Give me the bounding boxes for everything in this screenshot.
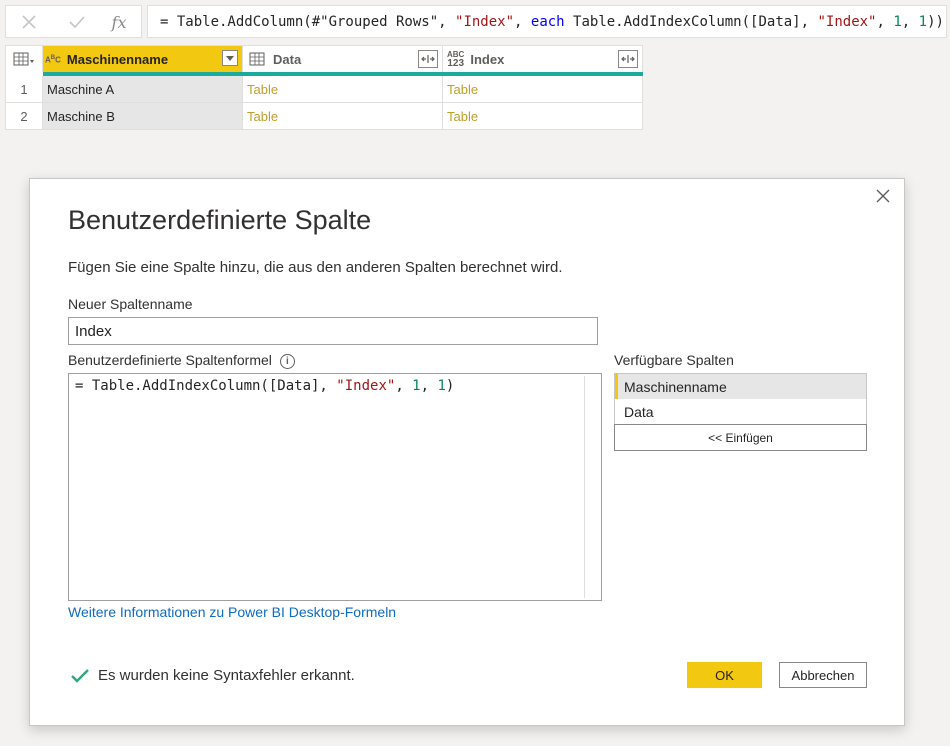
column-name-value: Index — [75, 322, 112, 340]
syntax-status-text: Es wurden keine Syntaxfehler erkannt. — [98, 667, 355, 684]
column-header-index[interactable]: ABC 123 Index — [443, 45, 643, 72]
column-header-label: Maschinenname — [66, 51, 169, 67]
row-number: 2 — [6, 103, 43, 130]
cell-index-table-link[interactable]: Table — [443, 103, 643, 130]
column-header-maschinenname[interactable]: ABC Maschinenname — [43, 45, 243, 72]
cell-index-table-link[interactable]: Table — [443, 76, 643, 103]
column-header-data[interactable]: Data — [243, 45, 443, 72]
custom-column-dialog: Benutzerdefinierte Spalte Fügen Sie eine… — [29, 178, 905, 726]
data-grid: ABC Maschinenname Data ABC 123 Index 1 M… — [5, 45, 643, 130]
formula-bar-controls: fx — [5, 5, 142, 38]
cell-maschinenname[interactable]: Maschine B — [43, 103, 243, 130]
table-row: 1 Maschine A Table Table — [6, 76, 643, 103]
any-type-icon[interactable]: ABC 123 — [447, 50, 464, 69]
close-icon[interactable] — [874, 187, 892, 205]
column-header-label: Data — [273, 51, 302, 67]
expand-column-icon[interactable] — [418, 50, 438, 68]
row-number: 1 — [6, 76, 43, 103]
formula-label-row: Benutzerdefinierte Spaltenformel i — [68, 352, 295, 369]
editor-scrollbar[interactable] — [584, 376, 585, 598]
text-type-icon[interactable]: ABC — [45, 54, 61, 65]
table-menu-icon[interactable] — [6, 45, 43, 72]
info-icon[interactable]: i — [279, 353, 295, 369]
list-item[interactable]: Maschinenname — [615, 374, 866, 399]
available-columns-label: Verfügbare Spalten — [614, 352, 734, 368]
table-row: 2 Maschine B Table Table — [6, 103, 643, 130]
syntax-status: Es wurden keine Syntaxfehler erkannt. — [70, 667, 355, 684]
cell-maschinenname[interactable]: Maschine A — [43, 76, 243, 103]
cell-data-table-link[interactable]: Table — [243, 76, 443, 103]
check-icon[interactable] — [64, 11, 90, 33]
cancel-button[interactable]: Abbrechen — [779, 662, 867, 688]
check-icon — [71, 668, 89, 683]
column-name-label: Neuer Spaltenname — [68, 296, 193, 312]
formula-label: Benutzerdefinierte Spaltenformel — [68, 352, 272, 368]
filter-dropdown-icon[interactable] — [222, 50, 238, 66]
column-header-label: Index — [470, 51, 505, 67]
expand-column-icon[interactable] — [618, 50, 638, 68]
fx-icon[interactable]: fx — [106, 11, 132, 33]
formula-editor-text: = Table.AddIndexColumn([Data], "Index", … — [75, 378, 455, 394]
formula-editor[interactable]: = Table.AddIndexColumn([Data], "Index", … — [68, 373, 602, 601]
available-columns-list: Maschinenname Data — [614, 373, 867, 425]
list-item[interactable]: Data — [615, 399, 866, 424]
cell-data-table-link[interactable]: Table — [243, 103, 443, 130]
dialog-title: Benutzerdefinierte Spalte — [68, 205, 372, 235]
formula-text: = Table.AddColumn(#"Grouped Rows", "Inde… — [160, 13, 944, 30]
insert-button[interactable]: << Einfügen — [614, 424, 867, 451]
dialog-description: Fügen Sie eine Spalte hinzu, die aus den… — [68, 259, 563, 276]
formula-bar[interactable]: = Table.AddColumn(#"Grouped Rows", "Inde… — [147, 5, 947, 38]
x-icon[interactable] — [16, 11, 42, 33]
ok-button[interactable]: OK — [687, 662, 762, 688]
formula-help-link[interactable]: Weitere Informationen zu Power BI Deskto… — [68, 604, 396, 620]
table-type-icon[interactable] — [249, 52, 265, 66]
column-name-input[interactable]: Index — [68, 317, 598, 345]
